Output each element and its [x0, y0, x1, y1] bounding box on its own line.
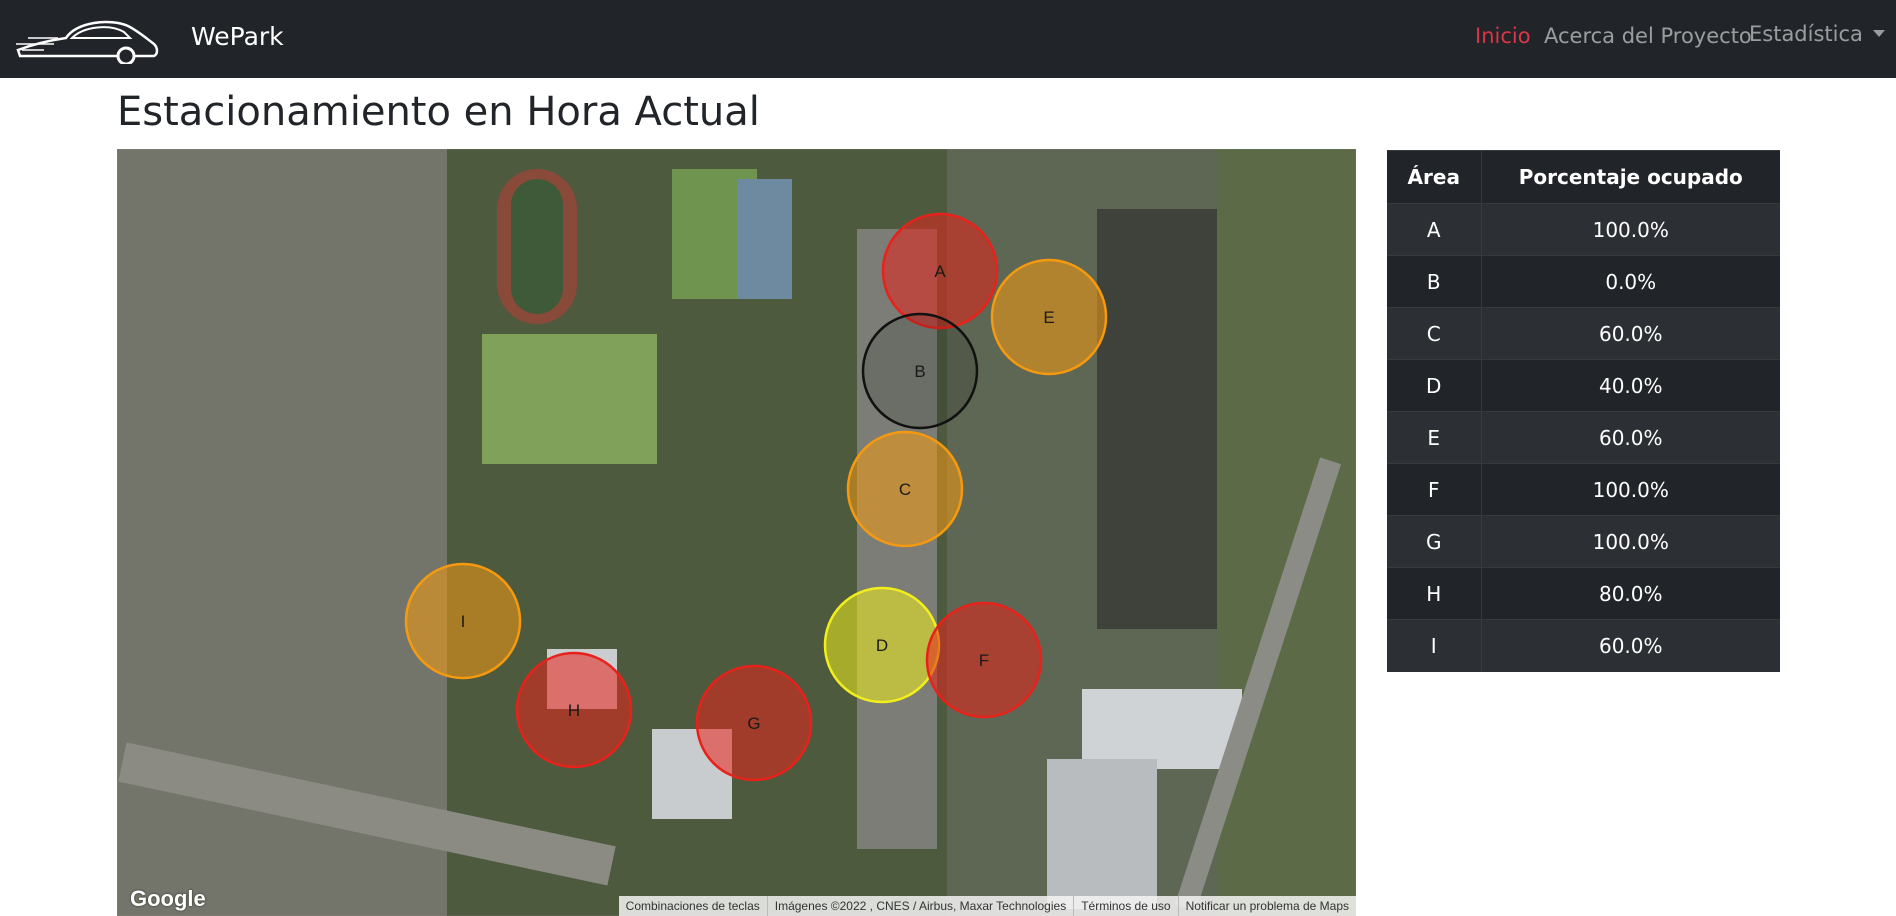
report-problem-link[interactable]: Notificar un problema de Maps — [1177, 896, 1356, 916]
area-cell: A — [1387, 203, 1482, 256]
percent-cell: 80.0% — [1481, 567, 1780, 620]
area-cell: H — [1387, 567, 1482, 620]
parking-area-label: I — [461, 612, 466, 631]
keyboard-shortcuts-link[interactable]: Combinaciones de teclas — [619, 896, 767, 916]
area-cell: E — [1387, 411, 1482, 464]
parking-area-label: C — [899, 480, 911, 499]
table-row: H 80.0% — [1387, 567, 1780, 620]
area-cell: B — [1387, 255, 1482, 308]
table-row: E 60.0% — [1387, 411, 1780, 464]
nav-inicio[interactable]: Inicio — [1475, 24, 1531, 48]
header-area: Área — [1387, 150, 1482, 204]
parking-area-overlay: A E B C I D F H G — [404, 212, 1108, 782]
percent-cell: 100.0% — [1481, 515, 1780, 568]
header-percent: Porcentaje ocupado — [1481, 150, 1780, 204]
terms-link[interactable]: Términos de uso — [1073, 896, 1177, 916]
parking-area-label: B — [914, 362, 925, 381]
area-cell: C — [1387, 307, 1482, 360]
google-logo: Google — [130, 886, 206, 911]
percent-cell: 100.0% — [1481, 463, 1780, 516]
area-cell: I — [1387, 619, 1482, 672]
occupancy-table: Área Porcentaje ocupado A 100.0% B 0.0% C6… — [1387, 150, 1780, 672]
chevron-down-icon — [1872, 30, 1885, 37]
nav-estadistica-dropdown[interactable]: Estadística — [1749, 22, 1885, 46]
parking-area-label: E — [1043, 308, 1054, 327]
table-row: G 100.0% — [1387, 515, 1780, 568]
car-logo-icon[interactable] — [14, 14, 160, 64]
parking-area-label: H — [568, 701, 580, 720]
table-row: D 40.0% — [1387, 359, 1780, 412]
area-cell: F — [1387, 463, 1482, 516]
area-cell: G — [1387, 515, 1482, 568]
nav-acerca-del-proyecto[interactable]: Acerca del Proyecto — [1544, 24, 1752, 48]
page-title: Estacionamiento en Hora Actual — [117, 89, 760, 135]
parking-area-label: F — [979, 651, 989, 670]
brand-link[interactable]: WePark — [191, 22, 284, 51]
percent-cell: 100.0% — [1481, 203, 1780, 256]
parking-area-label: A — [934, 262, 946, 281]
navbar: WePark Inicio Acerca del Proyecto Estadí… — [0, 0, 1896, 78]
imagery-credit: Imágenes ©2022 , CNES / Airbus, Maxar Te… — [766, 896, 1073, 916]
parking-area-label: G — [747, 714, 760, 733]
percent-cell: 40.0% — [1481, 359, 1780, 412]
percent-cell: 60.0% — [1481, 411, 1780, 464]
nav-estadistica-label: Estadística — [1749, 22, 1863, 46]
table-row: B 0.0% — [1387, 255, 1780, 308]
percent-cell: 60.0% — [1481, 619, 1780, 672]
table-row: F 100.0% — [1387, 463, 1780, 516]
parking-area-label: D — [876, 636, 888, 655]
table-row: A 100.0% — [1387, 203, 1780, 256]
table-row: I 60.0% — [1387, 619, 1780, 672]
area-cell: D — [1387, 359, 1482, 412]
satellite-map[interactable]: A E B C I D F H G Google Combinaciones de teclas… — [117, 149, 1356, 916]
table-row: C 60.0% — [1387, 307, 1780, 360]
table-header-row: Área Porcentaje ocupado — [1387, 150, 1780, 204]
percent-cell: 60.0% — [1481, 307, 1780, 360]
percent-cell: 0.0% — [1481, 255, 1780, 308]
map-attribution-bar: Combinaciones de teclas Imágenes ©2022 ,… — [618, 896, 1356, 916]
